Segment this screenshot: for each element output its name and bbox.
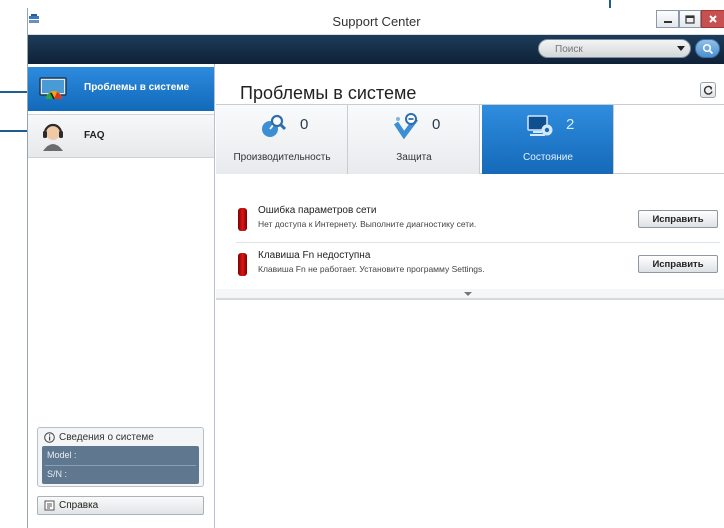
chevron-down-icon xyxy=(464,292,472,296)
help-book-icon xyxy=(44,500,55,511)
search-input[interactable] xyxy=(555,42,665,56)
info-icon xyxy=(44,432,55,443)
refresh-icon xyxy=(703,85,713,95)
issue-title: Клавиша Fn недоступна xyxy=(258,250,371,261)
top-toolbar xyxy=(28,35,724,64)
headset-agent-icon xyxy=(43,123,63,151)
close-button[interactable] xyxy=(701,10,724,28)
issue-list: Ошибка параметров сети Нет доступа к Инт… xyxy=(216,175,724,295)
maximize-button[interactable] xyxy=(679,10,701,28)
monitor-gauge-icon xyxy=(39,77,67,100)
tab-security[interactable]: 0 Защита xyxy=(348,105,480,174)
support-center-window: Support Center Поиск Проблемы в системе … xyxy=(27,8,724,528)
security-shield-icon xyxy=(393,113,418,139)
issue-description: Нет доступа к Интернету. Выполните диагн… xyxy=(258,219,477,229)
sidebar-item-label: FAQ xyxy=(84,130,105,141)
tab-count: 0 xyxy=(300,116,309,133)
tab-status[interactable]: 2 Состояние xyxy=(482,105,614,174)
serial-number-label: S/N : xyxy=(47,469,68,479)
system-info-values: Model : S/N : xyxy=(42,446,199,484)
help-button[interactable]: Справка xyxy=(37,496,204,515)
tab-performance[interactable]: 0 Производительность xyxy=(216,105,348,174)
close-icon xyxy=(709,15,717,23)
chevron-down-icon[interactable] xyxy=(677,46,685,51)
divider xyxy=(45,465,196,466)
error-indicator-icon xyxy=(238,208,247,231)
system-info-title: Сведения о системе xyxy=(59,432,154,443)
refresh-button[interactable] xyxy=(700,82,716,98)
tab-count: 2 xyxy=(566,116,575,133)
minimize-button[interactable] xyxy=(656,10,679,28)
performance-magnifier-icon xyxy=(262,114,287,137)
system-info-header: Сведения о системе xyxy=(44,432,154,443)
tab-label: Производительность xyxy=(233,152,331,163)
fix-button[interactable]: Исправить xyxy=(638,255,718,273)
tab-label: Состояние xyxy=(523,152,573,163)
status-settings-icon xyxy=(527,115,553,136)
list-item: Клавиша Fn недоступна Клавиша Fn не рабо… xyxy=(216,238,724,292)
search-box[interactable] xyxy=(538,39,691,58)
window-title: Support Center xyxy=(332,14,421,29)
maximize-icon xyxy=(685,14,695,24)
divider xyxy=(236,242,720,243)
page-title: Проблемы в системе xyxy=(240,83,417,103)
search-icon xyxy=(702,43,713,54)
expand-toggle[interactable] xyxy=(216,289,724,300)
system-info-panel[interactable]: Сведения о системе Model : S/N : xyxy=(37,427,204,487)
title-bar: Support Center xyxy=(28,8,724,35)
main-panel: Проблемы в системе 0 Производительность xyxy=(216,64,724,528)
tab-count: 0 xyxy=(432,116,441,133)
error-indicator-icon xyxy=(238,253,247,276)
issue-title: Ошибка параметров сети xyxy=(258,205,377,216)
sidebar: Проблемы в системе FAQ Сведения о систем… xyxy=(28,64,215,528)
minimize-icon xyxy=(663,21,672,23)
help-label: Справка xyxy=(59,500,99,511)
search-button[interactable] xyxy=(695,39,720,58)
sidebar-item-system-problems[interactable]: Проблемы в системе xyxy=(28,67,214,111)
tab-label: Защита xyxy=(396,152,432,163)
model-label: Model : xyxy=(47,450,77,460)
issue-description: Клавиша Fn не работает. Установите прогр… xyxy=(258,264,485,274)
sidebar-item-faq[interactable]: FAQ xyxy=(28,114,214,158)
fix-button[interactable]: Исправить xyxy=(638,210,718,228)
category-tabs: 0 Производительность 0 Защита 2 Состояни… xyxy=(216,104,724,174)
sidebar-item-label: Проблемы в системе xyxy=(84,82,190,93)
